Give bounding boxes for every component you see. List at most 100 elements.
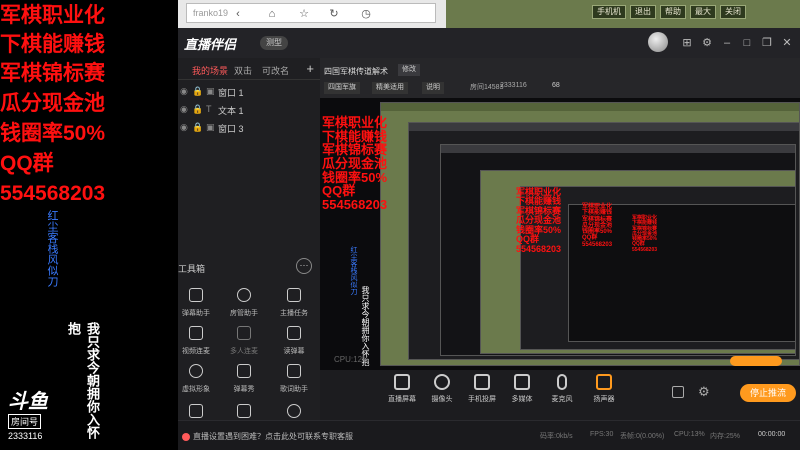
tool-streamer-tasks[interactable]: 主播任务 [272, 288, 316, 326]
explain-button[interactable]: 说明 [422, 82, 444, 94]
notice-text: 直播设置遇到困难？点击此处可联系专职客服 [193, 432, 353, 441]
nested-header [381, 103, 799, 111]
eye-icon[interactable]: ◉ [180, 122, 188, 133]
settings-icon[interactable]: ⚙ [700, 36, 714, 50]
screen-capture-button[interactable]: 直播屏幕 [380, 374, 424, 404]
danmaku-icon [189, 288, 203, 302]
tool-video-link[interactable]: 视频连麦 [174, 326, 218, 364]
bitrate-stat: 码率:0kb/s [540, 433, 573, 440]
eye-icon[interactable]: ◉ [180, 104, 188, 115]
source-row[interactable]: ◉ 🔒 T 文本 1 [178, 102, 320, 118]
speaker-button[interactable]: 扬声器 [582, 374, 626, 404]
phone-cast-button[interactable]: 手机投屏 [460, 374, 504, 404]
stream-overlay: 军棋职业化 下棋能赚钱 军棋锦标赛 瓜分现金池 钱圈率50% QQ群 55456… [0, 0, 178, 450]
tab-double-click[interactable]: 双击 [234, 64, 252, 77]
preview-canvas[interactable]: 军棋职业化 下棋能赚钱 军棋锦标赛 瓜分现金池 钱圈率50% QQ群 55456… [320, 98, 800, 370]
user-admin-icon [237, 288, 251, 302]
source-label: 文本 1 [218, 106, 244, 116]
mini-promo-3: 军棋职业化 下棋能赚钱 军棋锦标赛 瓜分现金池 钱圈率50% QQ群 55456… [582, 204, 613, 248]
cpu-stat: CPU:13% [674, 431, 705, 438]
promo-line: 下棋能赚钱 [0, 33, 105, 56]
nested-header [441, 145, 795, 153]
minimize-icon[interactable]: – [720, 36, 734, 50]
memory-stat: 内存:25% [710, 433, 740, 440]
mini-lyric-white: 我只求今朝拥你入怀抱 [361, 286, 370, 366]
add-scene-button[interactable]: + [306, 61, 314, 76]
viewer-count: 2333116 [500, 82, 527, 89]
game-btn-close[interactable]: 关闭 [720, 5, 746, 19]
speaker-icon [596, 374, 612, 390]
microphone-button[interactable]: 麦克风 [540, 374, 584, 404]
edit-title-button[interactable]: 修改 [398, 64, 420, 76]
tv-icon [237, 364, 251, 378]
back-icon[interactable]: ‹ [232, 8, 244, 20]
tool-avatar[interactable]: 虚拟形象 [174, 364, 218, 402]
version-badge[interactable]: 测型 [260, 36, 288, 50]
fps-stat: FPS:30 [590, 431, 614, 438]
close-icon[interactable]: ✕ [780, 36, 794, 50]
douyu-logo: 斗鱼 [8, 391, 48, 413]
promo-line: 钱圈率50% [0, 122, 106, 145]
home-icon[interactable]: ⌂ [266, 8, 278, 20]
eye-icon[interactable]: ◉ [180, 86, 188, 97]
tool-multi-link[interactable]: 多人连麦 [222, 326, 266, 364]
maximize-icon[interactable]: □ [740, 36, 754, 50]
app-header: 直播伴侣 测型 ⊞ ⚙ – □ ❐ ✕ [178, 28, 800, 58]
stream-timer: 00:00:00 [758, 431, 786, 438]
settings-gear-icon[interactable]: ⚙ [698, 384, 710, 400]
support-notice[interactable]: 直播设置遇到困难？点击此处可联系专职客服 [182, 431, 353, 442]
tool-lyrics[interactable]: 歌词助手 [272, 364, 316, 402]
more-tools-button[interactable]: ··· [296, 258, 312, 274]
category-dropdown[interactable]: 四国军旗 [324, 82, 360, 94]
camera-button[interactable]: 摄像头 [420, 374, 464, 404]
promo-line: 军棋职业化 [0, 4, 105, 27]
car-icon [287, 404, 301, 418]
dropped-frames-stat: 丢帧:0(0.00%) [620, 433, 665, 440]
game-btn-max[interactable]: 最大 [690, 5, 716, 19]
monitor-icon [394, 374, 410, 390]
avatar[interactable] [648, 32, 668, 52]
refresh-icon[interactable]: ↻ [328, 8, 340, 20]
tool-read-danmaku[interactable]: 读弹幕 [272, 326, 316, 364]
media-icon [514, 374, 530, 390]
tool-room-admin[interactable]: 房管助手 [222, 288, 266, 326]
tab-my-scene[interactable]: 我的场景 [192, 64, 228, 77]
game-btn-mobile[interactable]: 手机机 [592, 5, 626, 19]
mini-promo-1: 军棋职业化 下棋能赚钱 军棋锦标赛 瓜分现金池 钱圈率50% QQ群 55456… [322, 115, 388, 212]
tool-danmaku-show[interactable]: 弹幕秀 [222, 364, 266, 402]
source-label: 窗口 3 [218, 124, 244, 134]
nested-go-live-button [730, 356, 782, 366]
tab-rename[interactable]: 可改名 [262, 64, 289, 77]
game-btn-exit[interactable]: 退出 [630, 5, 656, 19]
plus-icon[interactable]: ⊞ [680, 36, 694, 50]
stop-stream-button[interactable]: 停止推流 [740, 384, 796, 402]
live-companion-app: 直播伴侣 测型 ⊞ ⚙ – □ ❐ ✕ 我的场景 双击 可改名 + ◉ 🔒 ▣ … [178, 28, 800, 450]
mode-icon[interactable] [672, 386, 684, 398]
microphone-icon [557, 374, 567, 390]
douyu-room-badge: 斗鱼 房间号 2333116 [8, 392, 64, 441]
lock-icon[interactable]: 🔒 [192, 122, 203, 133]
multi-link-icon [237, 326, 251, 340]
window-icon: ▣ [206, 122, 215, 132]
gift-icon [189, 404, 203, 418]
tool-danmaku-assistant[interactable]: 弹幕助手 [174, 288, 218, 326]
task-icon [287, 288, 301, 302]
multimedia-button[interactable]: 多媒体 [500, 374, 544, 404]
browser-address-bar[interactable]: franko19 [186, 3, 436, 23]
quality-dropdown[interactable]: 精美适用 [372, 82, 408, 94]
lock-icon[interactable]: 🔒 [192, 86, 203, 97]
lock-icon[interactable]: 🔒 [192, 104, 203, 115]
promo-line: 军棋锦标赛 [0, 62, 105, 85]
source-row[interactable]: ◉ 🔒 ▣ 窗口 1 [178, 84, 320, 100]
bookmark-icon[interactable]: ☆ [298, 8, 310, 20]
game-btn-help[interactable]: 帮助 [660, 5, 686, 19]
history-icon[interactable]: ◷ [360, 8, 372, 20]
restore-icon[interactable]: ❐ [760, 36, 774, 50]
stream-title: 四国军棋传道解术 [324, 67, 388, 76]
text-icon: T [206, 104, 212, 114]
source-row[interactable]: ◉ 🔒 ▣ 窗口 3 [178, 120, 320, 136]
mini-lyric-blue: 红尘客栈风似刀 [350, 246, 357, 295]
room-label: 房间号 [8, 414, 42, 429]
app-brand: 直播伴侣 [184, 37, 237, 52]
toolbox-label: 工具箱 [178, 264, 206, 274]
